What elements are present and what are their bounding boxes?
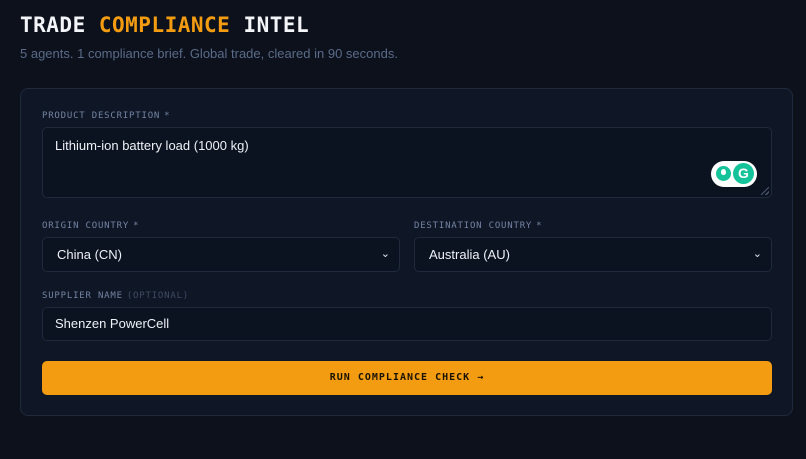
required-mark: *: [536, 221, 543, 231]
resize-handle-icon[interactable]: [761, 187, 769, 195]
grammarly-g-icon: G: [733, 163, 754, 184]
destination-country-label: DESTINATION COUNTRY *: [414, 221, 542, 231]
supplier-name-value: Shenzen PowerCell: [55, 316, 170, 331]
chevron-down-icon: ⌄: [380, 248, 390, 260]
supplier-name-input[interactable]: Shenzen PowerCell: [42, 307, 772, 341]
page-subtitle: 5 agents. 1 compliance brief. Global tra…: [20, 46, 398, 61]
required-mark: *: [164, 111, 171, 121]
product-description-value: Lithium-ion battery load (1000 kg): [55, 138, 249, 153]
chevron-down-icon: ⌄: [752, 248, 762, 260]
origin-country-select[interactable]: China (CN) ⌄: [42, 237, 400, 272]
product-description-label: PRODUCT DESCRIPTION *: [42, 111, 170, 121]
compliance-form-card: PRODUCT DESCRIPTION * Lithium-ion battery…: [20, 88, 793, 416]
lightbulb-icon: [716, 166, 731, 181]
product-description-label-text: PRODUCT DESCRIPTION: [42, 111, 161, 121]
destination-country-label-text: DESTINATION COUNTRY: [414, 221, 533, 231]
grammarly-icon[interactable]: G: [711, 161, 757, 187]
required-mark: *: [133, 221, 140, 231]
destination-country-select[interactable]: Australia (AU) ⌄: [414, 237, 772, 272]
run-compliance-check-button[interactable]: RUN COMPLIANCE CHECK →: [42, 361, 772, 395]
title-accent: COMPLIANCE: [98, 13, 231, 37]
product-description-textarea[interactable]: Lithium-ion battery load (1000 kg) G: [42, 127, 772, 198]
origin-country-value: China (CN): [57, 247, 123, 262]
origin-country-label: ORIGIN COUNTRY *: [42, 221, 139, 231]
title-part-2: INTEL: [243, 13, 310, 37]
supplier-name-label: SUPPLIER NAME (OPTIONAL): [42, 291, 189, 301]
title-part-1: TRADE: [20, 13, 86, 37]
optional-mark: (OPTIONAL): [126, 291, 190, 301]
supplier-name-label-text: SUPPLIER NAME: [42, 291, 123, 301]
origin-country-label-text: ORIGIN COUNTRY: [42, 221, 130, 231]
page-title: TRADE COMPLIANCE INTEL: [20, 13, 309, 37]
destination-country-value: Australia (AU): [429, 247, 510, 262]
